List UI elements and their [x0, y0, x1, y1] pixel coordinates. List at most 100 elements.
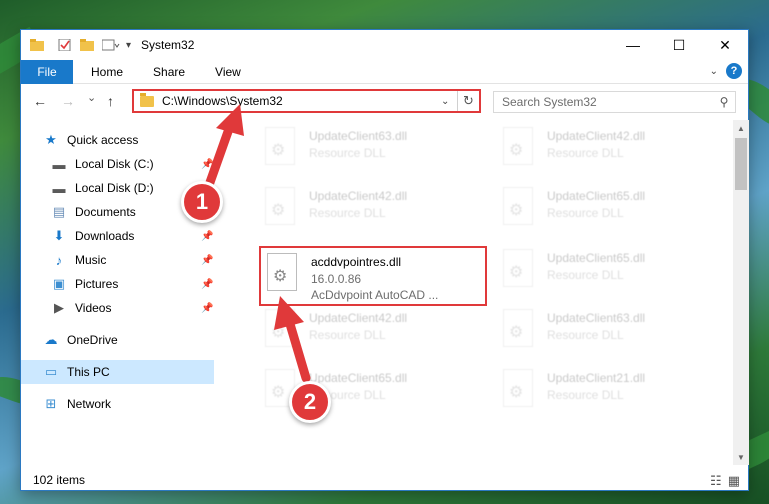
pictures-icon: ▣ [52, 276, 66, 291]
search-icon[interactable]: ⚲ [713, 95, 735, 109]
documents-icon: ▤ [52, 204, 66, 219]
file-item[interactable]: UpdateClient63.dll Resource DLL [497, 304, 717, 356]
details-view-icon[interactable]: ☷ [710, 473, 722, 489]
status-bar: 102 items ☷ ▦ [21, 470, 748, 490]
sidebar-item-label: Videos [75, 301, 112, 315]
file-name: UpdateClient63.dll [309, 129, 408, 143]
up-arrow-icon[interactable]: ↑ [107, 93, 114, 109]
sidebar-item-label: Documents [75, 205, 136, 219]
view-toggle: ☷ ▦ [710, 473, 740, 489]
ribbon-right-controls: ⌄ ? [710, 63, 742, 79]
tab-home[interactable]: Home [73, 65, 138, 79]
file-name: UpdateClient42.dll [547, 129, 646, 143]
close-button[interactable]: ✕ [702, 30, 748, 60]
sidebar-item-label: Downloads [75, 229, 135, 243]
drive-icon: ▬ [52, 180, 66, 196]
sidebar-item-label: Local Disk (D:) [75, 181, 154, 195]
file-item[interactable]: UpdateClient65.dll Resource DLL [497, 182, 717, 234]
window-title: System32 [141, 38, 195, 52]
network-icon: ⊞ [45, 396, 57, 411]
folder-icon[interactable] [30, 39, 44, 51]
file-item[interactable]: UpdateClient42.dll Resource DLL [497, 122, 717, 174]
properties-icon[interactable] [58, 39, 72, 51]
help-icon[interactable]: ? [726, 63, 742, 79]
scroll-up-icon[interactable]: ▲ [733, 120, 749, 136]
pin-icon[interactable]: 📌 [201, 303, 213, 314]
search-input[interactable]: Search System32 [502, 95, 713, 109]
title-bar: ▾ System32 — ☐ ✕ [21, 30, 748, 60]
forward-arrow-icon[interactable]: → [61, 93, 75, 109]
sidebar-item-onedrive[interactable]: ☁ OneDrive [21, 328, 214, 352]
file-item[interactable]: UpdateClient65.dll Resource DLL [497, 244, 717, 296]
sidebar-item-network[interactable]: ⊞ Network [21, 392, 214, 416]
star-icon: ★ [45, 132, 57, 147]
file-name: acddvpointres.dll [311, 255, 402, 269]
file-item[interactable]: UpdateClient63.dll Resource DLL [259, 122, 479, 174]
file-version: 16.0.0.86 [311, 272, 362, 286]
sidebar-item-label: Quick access [67, 133, 139, 147]
file-item[interactable]: UpdateClient21.dll Resource DLL [497, 364, 717, 416]
dll-file-icon [503, 249, 533, 287]
file-item[interactable]: UpdateClient42.dll Resource DLL [259, 182, 479, 234]
file-name: UpdateClient65.dll [547, 251, 646, 265]
recent-locations-icon[interactable]: ⌄ [87, 91, 96, 104]
chevron-down-icon[interactable]: ⌄ [710, 66, 718, 77]
step-2-badge: 2 [289, 381, 331, 423]
dll-file-icon [267, 253, 297, 291]
search-box[interactable]: Search System32 ⚲ [493, 91, 736, 113]
sidebar-item-label: This PC [67, 365, 110, 379]
videos-icon: ▶ [54, 300, 64, 315]
file-explorer-window: ▾ System32 — ☐ ✕ File Home Share View ⌄ … [20, 29, 749, 491]
file-name: UpdateClient42.dll [309, 189, 408, 203]
sidebar-item-music[interactable]: ♪ Music 📌 [21, 248, 214, 272]
scroll-down-icon[interactable]: ▼ [733, 449, 749, 465]
scrollbar-thumb[interactable] [735, 138, 747, 190]
sidebar-item-downloads[interactable]: ⬇ Downloads 📌 [21, 224, 214, 248]
file-type: Resource DLL [547, 206, 624, 220]
file-name: UpdateClient65.dll [547, 189, 646, 203]
maximize-button[interactable]: ☐ [656, 30, 702, 60]
music-icon: ♪ [55, 252, 63, 268]
customize-toolbar-icon[interactable] [102, 39, 120, 51]
file-type: Resource DLL [547, 146, 624, 160]
file-type: Resource DLL [547, 268, 624, 282]
sidebar-item-videos[interactable]: ▶ Videos 📌 [21, 296, 214, 320]
file-type: Resource DLL [547, 328, 624, 342]
chevron-down-icon[interactable]: ▾ [126, 40, 131, 51]
navigation-bar: ← → ⌄ ↑ C:\Windows\System32 ⌄ ↻ Search S… [21, 86, 748, 118]
dll-file-icon [503, 127, 533, 165]
sidebar-item-label: Local Disk (C:) [75, 157, 154, 171]
back-arrow-icon[interactable]: ← [33, 93, 47, 109]
refresh-icon[interactable]: ↻ [457, 91, 479, 111]
drive-icon: ▬ [52, 156, 66, 172]
pin-icon[interactable]: 📌 [201, 255, 213, 266]
file-name: UpdateClient63.dll [547, 311, 646, 325]
minimize-button[interactable]: — [610, 30, 656, 60]
pin-icon[interactable]: 📌 [201, 279, 213, 290]
file-type: Resource DLL [547, 388, 624, 402]
sidebar-item-pictures[interactable]: ▣ Pictures 📌 [21, 272, 214, 296]
sidebar-item-label: Network [67, 397, 112, 411]
new-folder-icon[interactable] [80, 39, 94, 51]
file-type: Resource DLL [309, 206, 386, 220]
chevron-down-icon[interactable]: ⌄ [441, 96, 457, 107]
vertical-scrollbar[interactable]: ▲ ▼ [733, 120, 749, 465]
tab-view[interactable]: View [200, 65, 256, 79]
large-icons-view-icon[interactable]: ▦ [728, 473, 740, 489]
sidebar-item-label: Music [75, 253, 107, 267]
item-count: 102 items [33, 473, 86, 487]
file-type: Resource DLL [309, 146, 386, 160]
ribbon-tabs: File Home Share View ⌄ ? [21, 59, 748, 84]
tab-file[interactable]: File [21, 59, 73, 84]
computer-icon: ▭ [44, 364, 58, 379]
tab-share[interactable]: Share [138, 65, 200, 79]
dll-file-icon [503, 187, 533, 225]
folder-icon [140, 92, 154, 107]
sidebar-item-label: OneDrive [67, 333, 118, 347]
sidebar-item-this-pc[interactable]: ▭ This PC [21, 360, 214, 384]
cloud-icon: ☁ [44, 332, 58, 347]
dll-file-icon [503, 369, 533, 407]
pin-icon[interactable]: 📌 [201, 231, 213, 242]
file-name: UpdateClient21.dll [547, 371, 646, 385]
window-controls: — ☐ ✕ [610, 30, 748, 60]
